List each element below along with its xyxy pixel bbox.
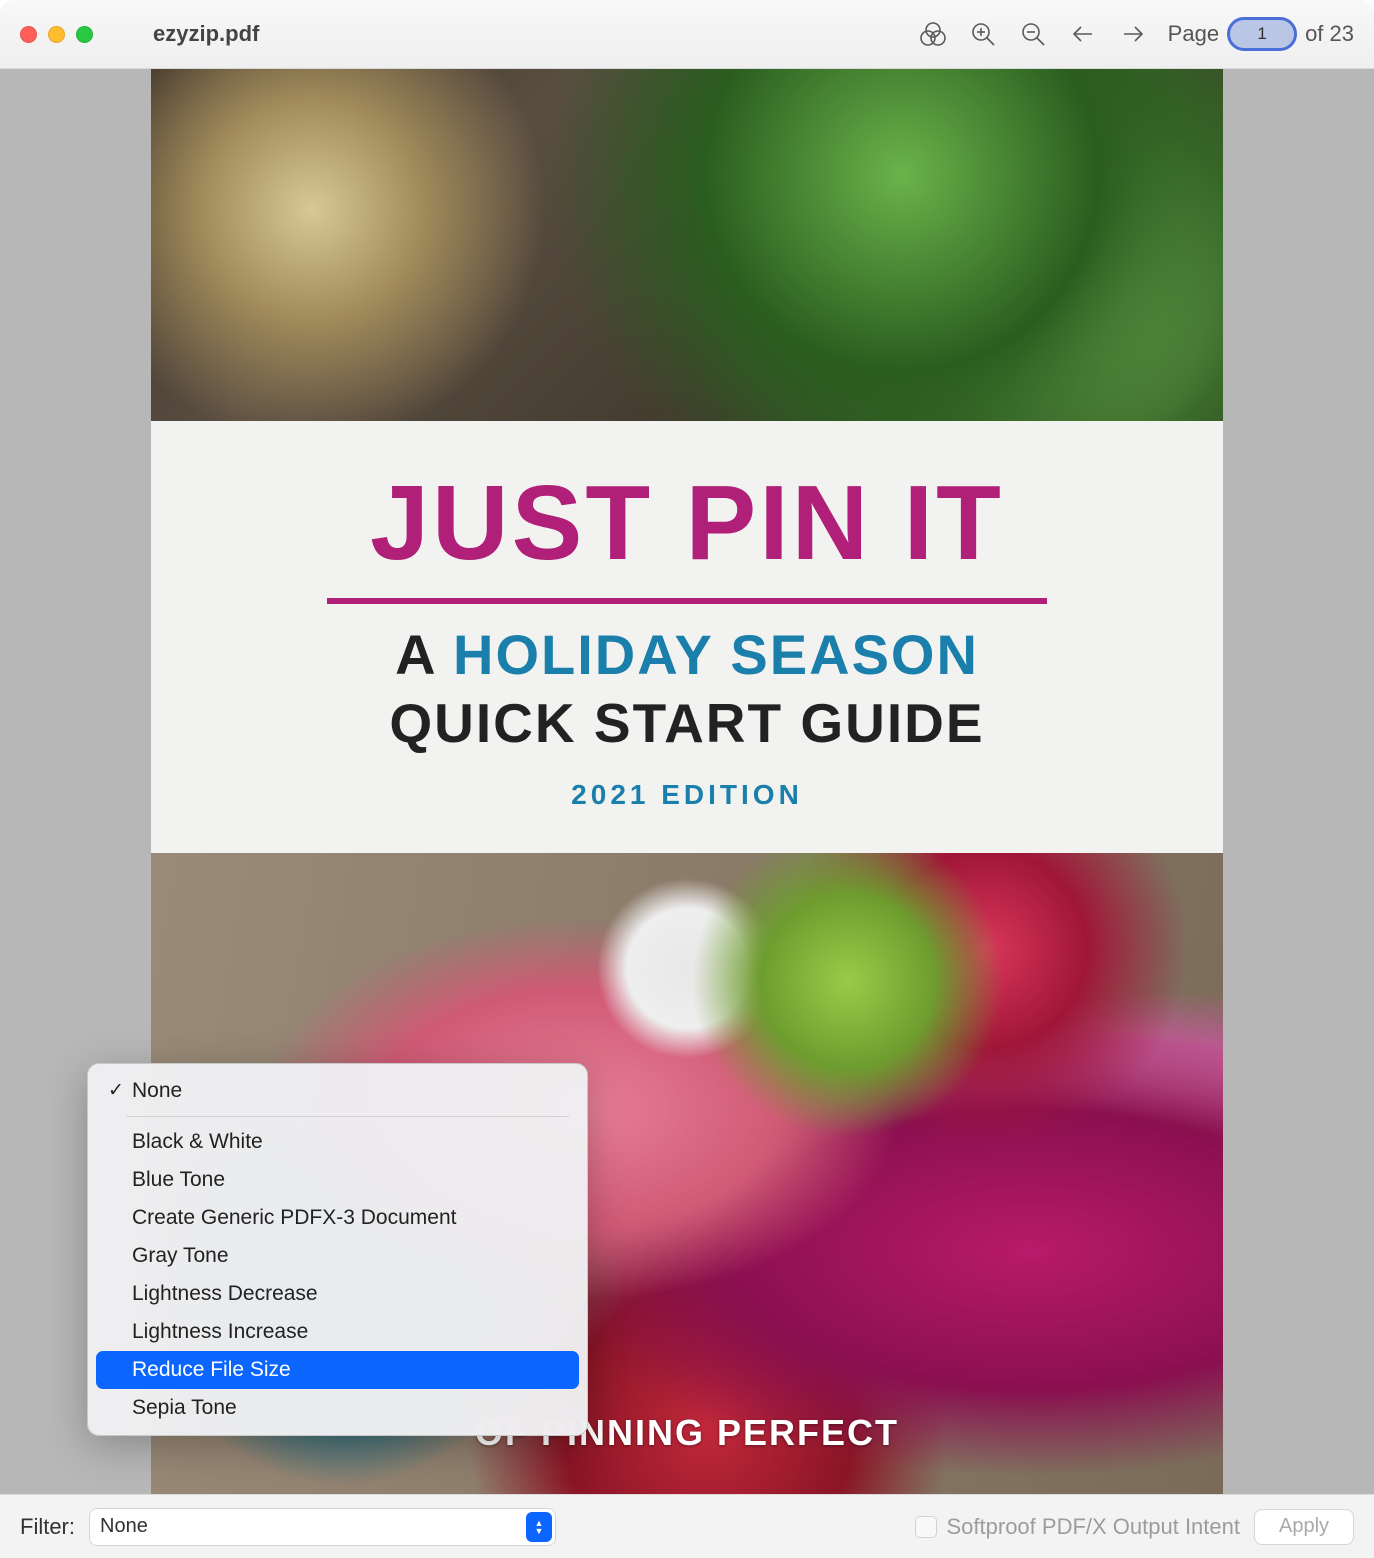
- menu-item-blue-tone[interactable]: Blue Tone: [96, 1161, 579, 1199]
- filter-label: Filter:: [20, 1514, 75, 1540]
- cover-title: JUST PIN IT: [370, 463, 1004, 584]
- menu-item-gray-tone[interactable]: Gray Tone: [96, 1237, 579, 1275]
- filter-select[interactable]: None ▲▼: [89, 1508, 556, 1546]
- zoom-in-icon[interactable]: [968, 19, 998, 49]
- filter-select-value: None: [100, 1515, 148, 1538]
- softproof-checkbox[interactable]: [915, 1516, 937, 1538]
- fullscreen-window-button[interactable]: [76, 26, 93, 43]
- page-label: Page: [1168, 21, 1219, 47]
- bottombar: Filter: None ▲▼ Softproof PDF/X Output I…: [0, 1494, 1374, 1558]
- cover-subtitle-line1: A HOLIDAY SEASON: [395, 622, 979, 687]
- softproof-label: Softproof PDF/X Output Intent: [947, 1514, 1241, 1540]
- softproof-checkbox-wrap: Softproof PDF/X Output Intent: [915, 1514, 1241, 1540]
- cover-subtitle-line2: QUICK START GUIDE: [389, 691, 984, 755]
- menu-item-black-white[interactable]: Black & White: [96, 1123, 579, 1161]
- color-profile-icon[interactable]: [918, 19, 948, 49]
- cover-title-underline: [327, 598, 1047, 604]
- forward-arrow-icon[interactable]: [1118, 19, 1148, 49]
- cover-top-image: [151, 69, 1223, 421]
- menu-item-lightness-decrease[interactable]: Lightness Decrease: [96, 1275, 579, 1313]
- page-total: of 23: [1305, 21, 1354, 47]
- menu-item-create-generic-pdfx-3-document[interactable]: Create Generic PDFX-3 Document: [96, 1199, 579, 1237]
- titlebar: ezyzip.pdf Page of 23: [0, 0, 1374, 69]
- menu-item-none[interactable]: None: [96, 1072, 579, 1110]
- minimize-window-button[interactable]: [48, 26, 65, 43]
- cover-edition: 2021 EDITION: [571, 779, 803, 811]
- toolbar-icons: Page of 23: [918, 17, 1354, 51]
- window-controls: [20, 26, 93, 43]
- menu-item-lightness-increase[interactable]: Lightness Increase: [96, 1313, 579, 1351]
- menu-item-reduce-file-size[interactable]: Reduce File Size: [96, 1351, 579, 1389]
- window-title: ezyzip.pdf: [153, 21, 259, 47]
- select-arrows-icon: ▲▼: [526, 1512, 552, 1542]
- close-window-button[interactable]: [20, 26, 37, 43]
- filter-popup-menu: None Black & WhiteBlue ToneCreate Generic…: [87, 1063, 588, 1436]
- back-arrow-icon[interactable]: [1068, 19, 1098, 49]
- apply-button[interactable]: Apply: [1254, 1509, 1354, 1545]
- menu-separator: [126, 1116, 569, 1117]
- page-indicator: Page of 23: [1168, 17, 1354, 51]
- zoom-out-icon[interactable]: [1018, 19, 1048, 49]
- menu-item-sepia-tone[interactable]: Sepia Tone: [96, 1389, 579, 1427]
- cover-title-panel: JUST PIN IT A HOLIDAY SEASON QUICK START…: [151, 421, 1223, 853]
- page-number-input[interactable]: [1227, 17, 1297, 51]
